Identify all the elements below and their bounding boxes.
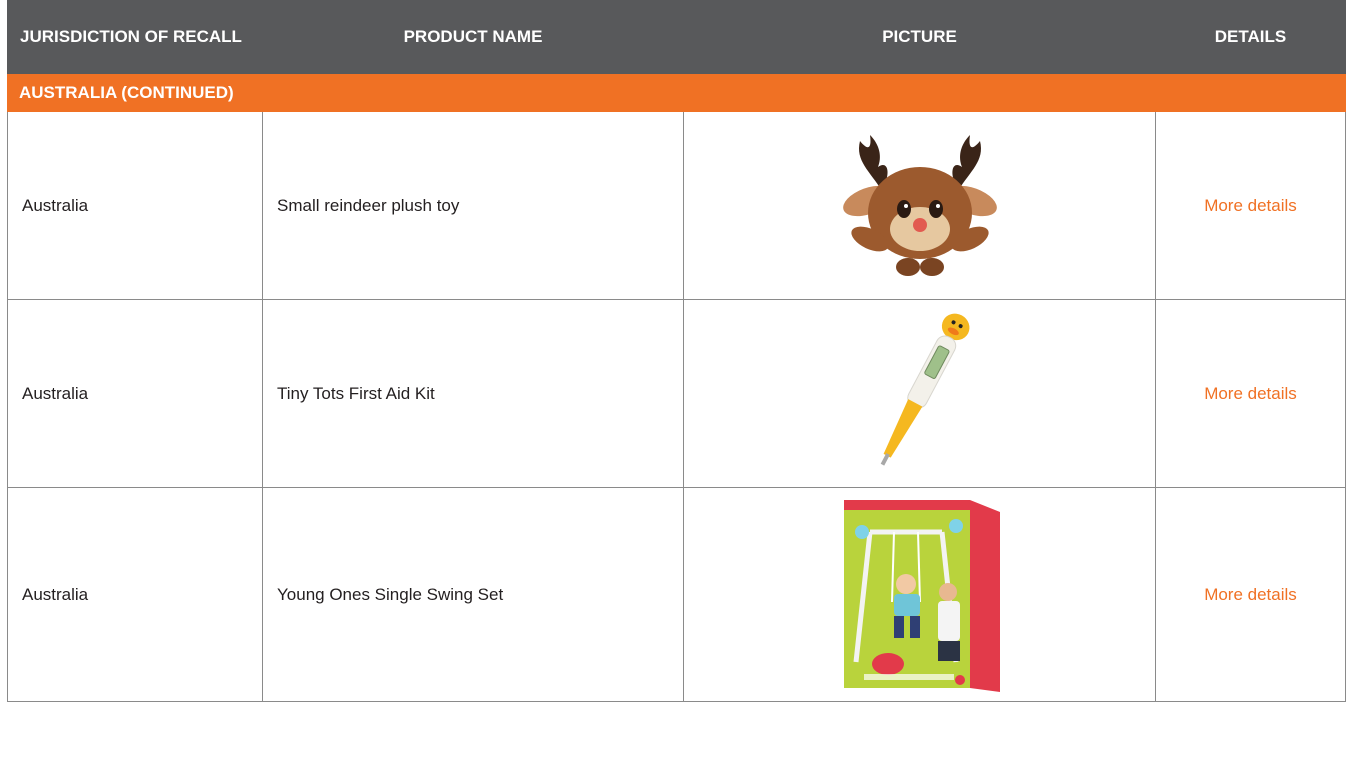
- picture-cell: [683, 487, 1156, 702]
- jurisdiction-cell: Australia: [7, 299, 263, 488]
- reindeer-plush-image: [842, 134, 997, 276]
- product-name-cell: Tiny Tots First Aid Kit: [262, 299, 684, 488]
- recall-table-container: JURISDICTION OF RECALL PRODUCT NAME PICT…: [7, 0, 1346, 702]
- more-details-link[interactable]: More details: [1204, 196, 1297, 215]
- swing-set-box-image: [843, 500, 1000, 692]
- header-product-name: PRODUCT NAME: [262, 0, 684, 74]
- more-details-link[interactable]: More details: [1204, 384, 1297, 403]
- header-picture: PICTURE: [683, 0, 1156, 74]
- thermometer-image: [880, 313, 969, 466]
- table-row: Australia Young Ones Single Swing Set Mo…: [7, 487, 1346, 702]
- section-row: AUSTRALIA (CONTINUED): [7, 73, 1346, 112]
- picture-cell: [683, 111, 1156, 300]
- product-name-cell: Young Ones Single Swing Set: [262, 487, 684, 702]
- jurisdiction-cell: Australia: [7, 487, 263, 702]
- details-cell: More details: [1155, 111, 1346, 300]
- header-details: DETAILS: [1155, 0, 1346, 74]
- details-cell: More details: [1155, 487, 1346, 702]
- recall-table: JURISDICTION OF RECALL PRODUCT NAME PICT…: [7, 0, 1346, 702]
- table-header-row: JURISDICTION OF RECALL PRODUCT NAME PICT…: [7, 0, 1346, 74]
- details-cell: More details: [1155, 299, 1346, 488]
- table-row: Australia Tiny Tots First Aid Kit More d…: [7, 299, 1346, 488]
- more-details-link[interactable]: More details: [1204, 585, 1297, 604]
- jurisdiction-cell: Australia: [7, 111, 263, 300]
- picture-cell: [683, 299, 1156, 488]
- section-label: AUSTRALIA (CONTINUED): [7, 73, 1346, 112]
- header-jurisdiction: JURISDICTION OF RECALL: [7, 0, 263, 74]
- table-row: Australia Small reindeer plush toy More …: [7, 111, 1346, 300]
- product-name-cell: Small reindeer plush toy: [262, 111, 684, 300]
